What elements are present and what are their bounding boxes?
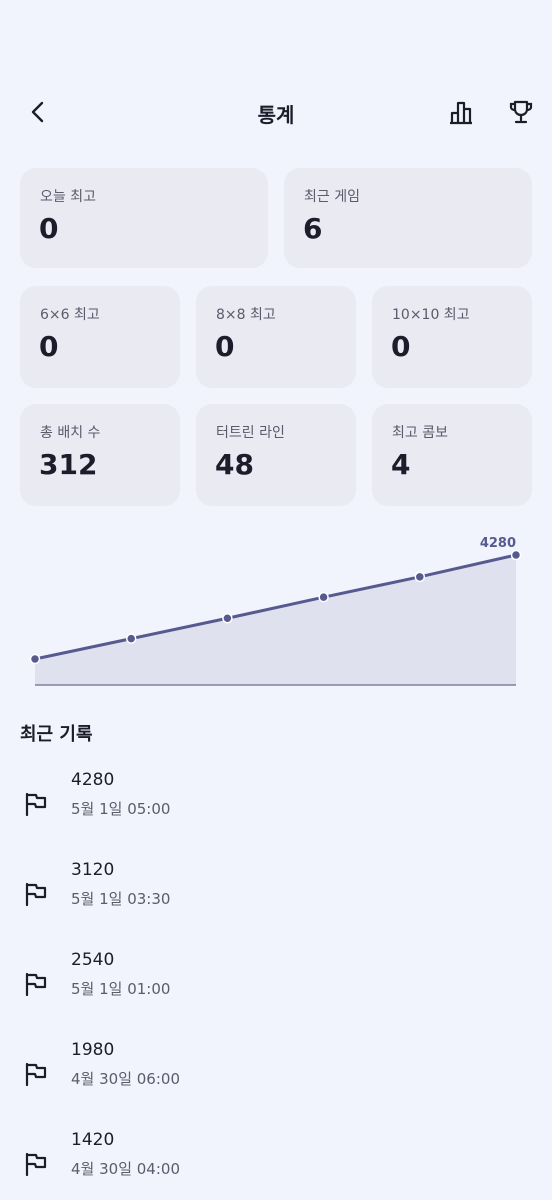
stat-label: 최근 게임 [304,189,360,205]
record-item[interactable]: 1980 4월 30일 06:00 [0,1040,552,1110]
stat-card-total-placements: 총 배치 수 312 [20,404,180,506]
app-header: 통계 [0,88,552,138]
chart-point [318,591,329,603]
flag-icon [25,882,47,907]
stat-value: 4 [391,448,411,481]
record-time: 4월 30일 06:00 [71,1070,180,1088]
flag-icon [25,972,47,997]
stat-label: 10×10 최고 [392,307,470,323]
recent-records-title: 최근 기록 [20,724,93,745]
record-time: 4월 30일 04:00 [71,1160,180,1178]
stat-label: 총 배치 수 [40,425,101,441]
bar-chart-icon [450,101,472,125]
stat-card-lines-cleared: 터트린 라인 48 [196,404,356,506]
record-item[interactable]: 2540 5월 1일 01:00 [0,950,552,1020]
record-score: 4280 [71,770,115,790]
chart-point [222,613,233,624]
record-score: 3120 [71,860,115,880]
flag-icon [25,792,47,817]
stat-label: 8×8 최고 [216,307,276,323]
stat-label: 최고 콤보 [392,425,448,441]
stat-card-best-combo: 최고 콤보 4 [372,404,532,506]
chart-point [125,633,137,644]
stat-label: 오늘 최고 [40,189,96,205]
stat-card-recent-games: 최근 게임 6 [284,168,532,268]
stat-value: 0 [215,330,235,363]
record-item[interactable]: 1420 4월 30일 04:00 [0,1130,552,1200]
leaderboard-button[interactable] [443,94,479,130]
stat-value: 6 [303,212,323,245]
chart-point [29,653,41,665]
record-score: 1420 [71,1130,115,1150]
flag-icon [25,1062,47,1087]
trophy-button[interactable] [503,94,539,130]
record-score: 2540 [71,950,115,970]
stat-label: 6×6 최고 [40,307,100,323]
flag-icon [25,1152,47,1177]
stat-card-today-best: 오늘 최고 0 [20,168,268,268]
chart-point [414,571,426,583]
stat-card-6x6-best: 6×6 최고 0 [20,286,180,388]
stat-value: 312 [39,448,98,481]
record-item[interactable]: 3120 5월 1일 03:30 [0,860,552,930]
stat-label: 터트린 라인 [216,425,285,441]
trophy-icon [509,100,533,124]
stat-value: 0 [391,330,411,363]
record-item[interactable]: 4280 5월 1일 05:00 [0,770,552,840]
record-time: 5월 1일 05:00 [71,800,171,818]
stat-value: 0 [39,330,59,363]
record-time: 5월 1일 03:30 [71,890,171,908]
stat-card-8x8-best: 8×8 최고 0 [196,286,356,388]
record-time: 5월 1일 01:00 [71,980,171,998]
stat-value: 48 [215,448,254,481]
chart-point [510,549,522,561]
stat-card-10x10-best: 10×10 최고 0 [372,286,532,388]
record-score: 1980 [71,1040,115,1060]
chart-area-fill [35,555,516,685]
score-trend-chart: 4280 [29,536,522,686]
stat-value: 0 [39,212,59,245]
chart-data-label: 4280 [480,536,516,551]
